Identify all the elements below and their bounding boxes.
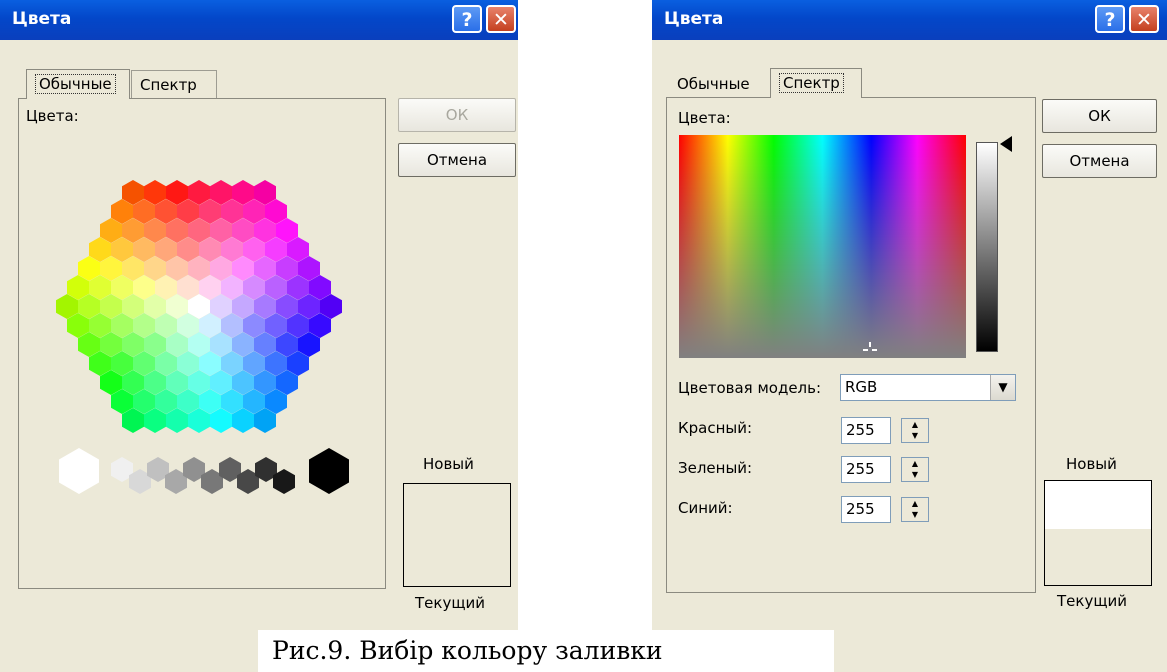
color-model-value: RGB: [845, 378, 878, 396]
dialog-title: Цвета: [12, 9, 72, 29]
color-spectrum[interactable]: [679, 135, 966, 358]
color-model-select[interactable]: RGB ▼: [840, 374, 1016, 401]
blue-stepper[interactable]: ▲ ▼: [901, 497, 929, 522]
chevron-down-icon[interactable]: ▼: [990, 375, 1015, 400]
close-button[interactable]: ✕: [486, 5, 516, 33]
luminance-slider[interactable]: [976, 142, 998, 352]
green-label: Зеленый:: [678, 459, 753, 477]
current-color-label: Текущий: [1057, 592, 1127, 610]
title-bar[interactable]: Цвета ? ✕: [652, 0, 1167, 40]
colors-dialog-custom: Цвета ? ✕ Обычные Спектр Цвета: Цветовая…: [652, 0, 1167, 672]
tab-standard-label: Обычные: [35, 74, 116, 94]
red-stepper[interactable]: ▲ ▼: [901, 418, 929, 443]
close-button[interactable]: ✕: [1129, 5, 1159, 33]
colors-dialog-standard: Цвета ? ✕ Обычные Спектр Цвета: ОК Отмен…: [0, 0, 518, 672]
tab-standard[interactable]: Обычные: [26, 69, 130, 99]
current-color-swatch: [1045, 529, 1151, 585]
new-color-swatch: [1045, 481, 1151, 529]
green-input[interactable]: 255: [841, 456, 891, 483]
color-honeycomb[interactable]: [19, 99, 385, 588]
red-label: Красный:: [678, 419, 753, 437]
tab-custom-label: Спектр: [140, 76, 197, 94]
tab-custom[interactable]: Спектр: [131, 70, 217, 100]
blue-label: Синий:: [678, 499, 733, 517]
blue-input[interactable]: 255: [841, 496, 891, 523]
figure-caption: Рис.9. Вибір кольору заливки: [258, 630, 834, 672]
title-bar[interactable]: Цвета ? ✕: [0, 0, 518, 40]
green-stepper[interactable]: ▲ ▼: [901, 457, 929, 482]
tab-custom-label: Спектр: [779, 73, 844, 93]
cancel-button[interactable]: Отмена: [1042, 144, 1157, 178]
color-cell[interactable]: [59, 448, 99, 494]
help-button[interactable]: ?: [452, 5, 482, 33]
tab-custom[interactable]: Спектр: [770, 68, 862, 98]
help-button[interactable]: ?: [1095, 5, 1125, 33]
luminance-pointer-icon[interactable]: [1000, 136, 1012, 152]
colors-label: Цвета:: [678, 109, 731, 127]
tab-standard[interactable]: Обычные: [669, 70, 771, 100]
ok-button[interactable]: ОК: [1042, 99, 1157, 133]
custom-panel: Цвета: Цветовая модель: RGB ▼ Красный: 2…: [666, 97, 1036, 593]
red-input[interactable]: 255: [841, 417, 891, 444]
cancel-button[interactable]: Отмена: [398, 143, 516, 177]
standard-panel: Цвета:: [18, 98, 386, 589]
color-preview: [1044, 480, 1152, 586]
crosshair-icon: [863, 342, 877, 356]
color-preview: [403, 483, 511, 587]
new-color-label: Новый: [1066, 455, 1117, 473]
color-model-label: Цветовая модель:: [678, 379, 822, 397]
tab-standard-label: Обычные: [677, 75, 750, 93]
ok-button[interactable]: ОК: [398, 98, 516, 132]
color-cell[interactable]: [309, 448, 349, 494]
dialog-title: Цвета: [664, 9, 724, 29]
current-color-label: Текущий: [415, 594, 485, 612]
new-color-label: Новый: [423, 455, 474, 473]
